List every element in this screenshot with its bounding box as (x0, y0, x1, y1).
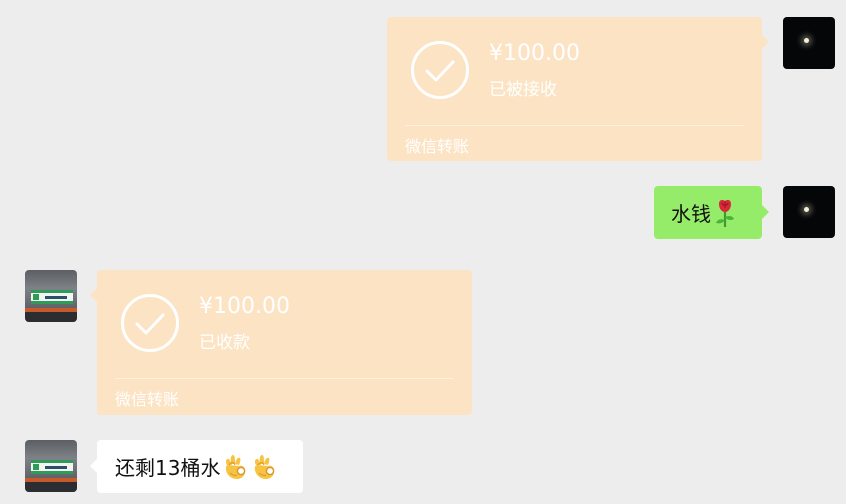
moon-icon (804, 38, 809, 43)
message-bubble-sent[interactable]: 水钱 (654, 186, 769, 239)
ok-hand-emoji-icon (226, 454, 246, 479)
transfer-divider (405, 125, 744, 126)
message-bubble-received[interactable]: 还剩13桶水 (90, 440, 303, 493)
transfer-card-received[interactable]: ¥100.00 已收款 微信转账 (90, 270, 472, 415)
check-circle-icon (121, 294, 179, 352)
avatar-self[interactable] (783, 17, 835, 69)
transfer-status: 已收款 (199, 333, 250, 353)
rose-emoji-icon (716, 199, 734, 227)
check-circle-icon (411, 41, 469, 99)
store-base-graphic (25, 312, 77, 322)
message-text: 水钱 (671, 202, 711, 226)
message-text: 还剩13桶水 (115, 456, 221, 480)
transfer-amount: ¥100.00 (199, 294, 290, 319)
store-sign-graphic (31, 290, 73, 304)
transfer-footer-label: 微信转账 (115, 390, 180, 409)
transfer-amount: ¥100.00 (489, 41, 580, 66)
transfer-footer-label: 微信转账 (405, 137, 470, 156)
moon-icon (804, 207, 809, 212)
store-base-graphic (25, 482, 77, 492)
store-sign-graphic (31, 460, 73, 474)
avatar-shop[interactable] (25, 270, 77, 322)
transfer-status: 已被接收 (489, 80, 557, 100)
ok-hand-emoji-icon (255, 454, 275, 479)
avatar-self[interactable] (783, 186, 835, 238)
transfer-card-sent[interactable]: ¥100.00 已被接收 微信转账 (387, 17, 769, 161)
avatar-shop[interactable] (25, 440, 77, 492)
transfer-divider (115, 378, 454, 379)
chat-window: ¥100.00 已被接收 微信转账 水钱 ¥100.00 已收款 微信转账 还剩… (0, 0, 846, 504)
